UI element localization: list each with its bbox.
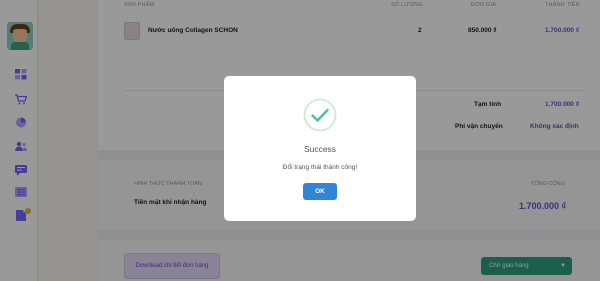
dialog-message: Đổi trạng thái thành công! <box>282 164 358 171</box>
ok-button[interactable]: OK <box>303 183 337 200</box>
success-dialog: Success Đổi trạng thái thành công! OK <box>224 76 416 221</box>
dialog-title: Success <box>303 144 337 154</box>
success-check-icon <box>303 98 337 132</box>
